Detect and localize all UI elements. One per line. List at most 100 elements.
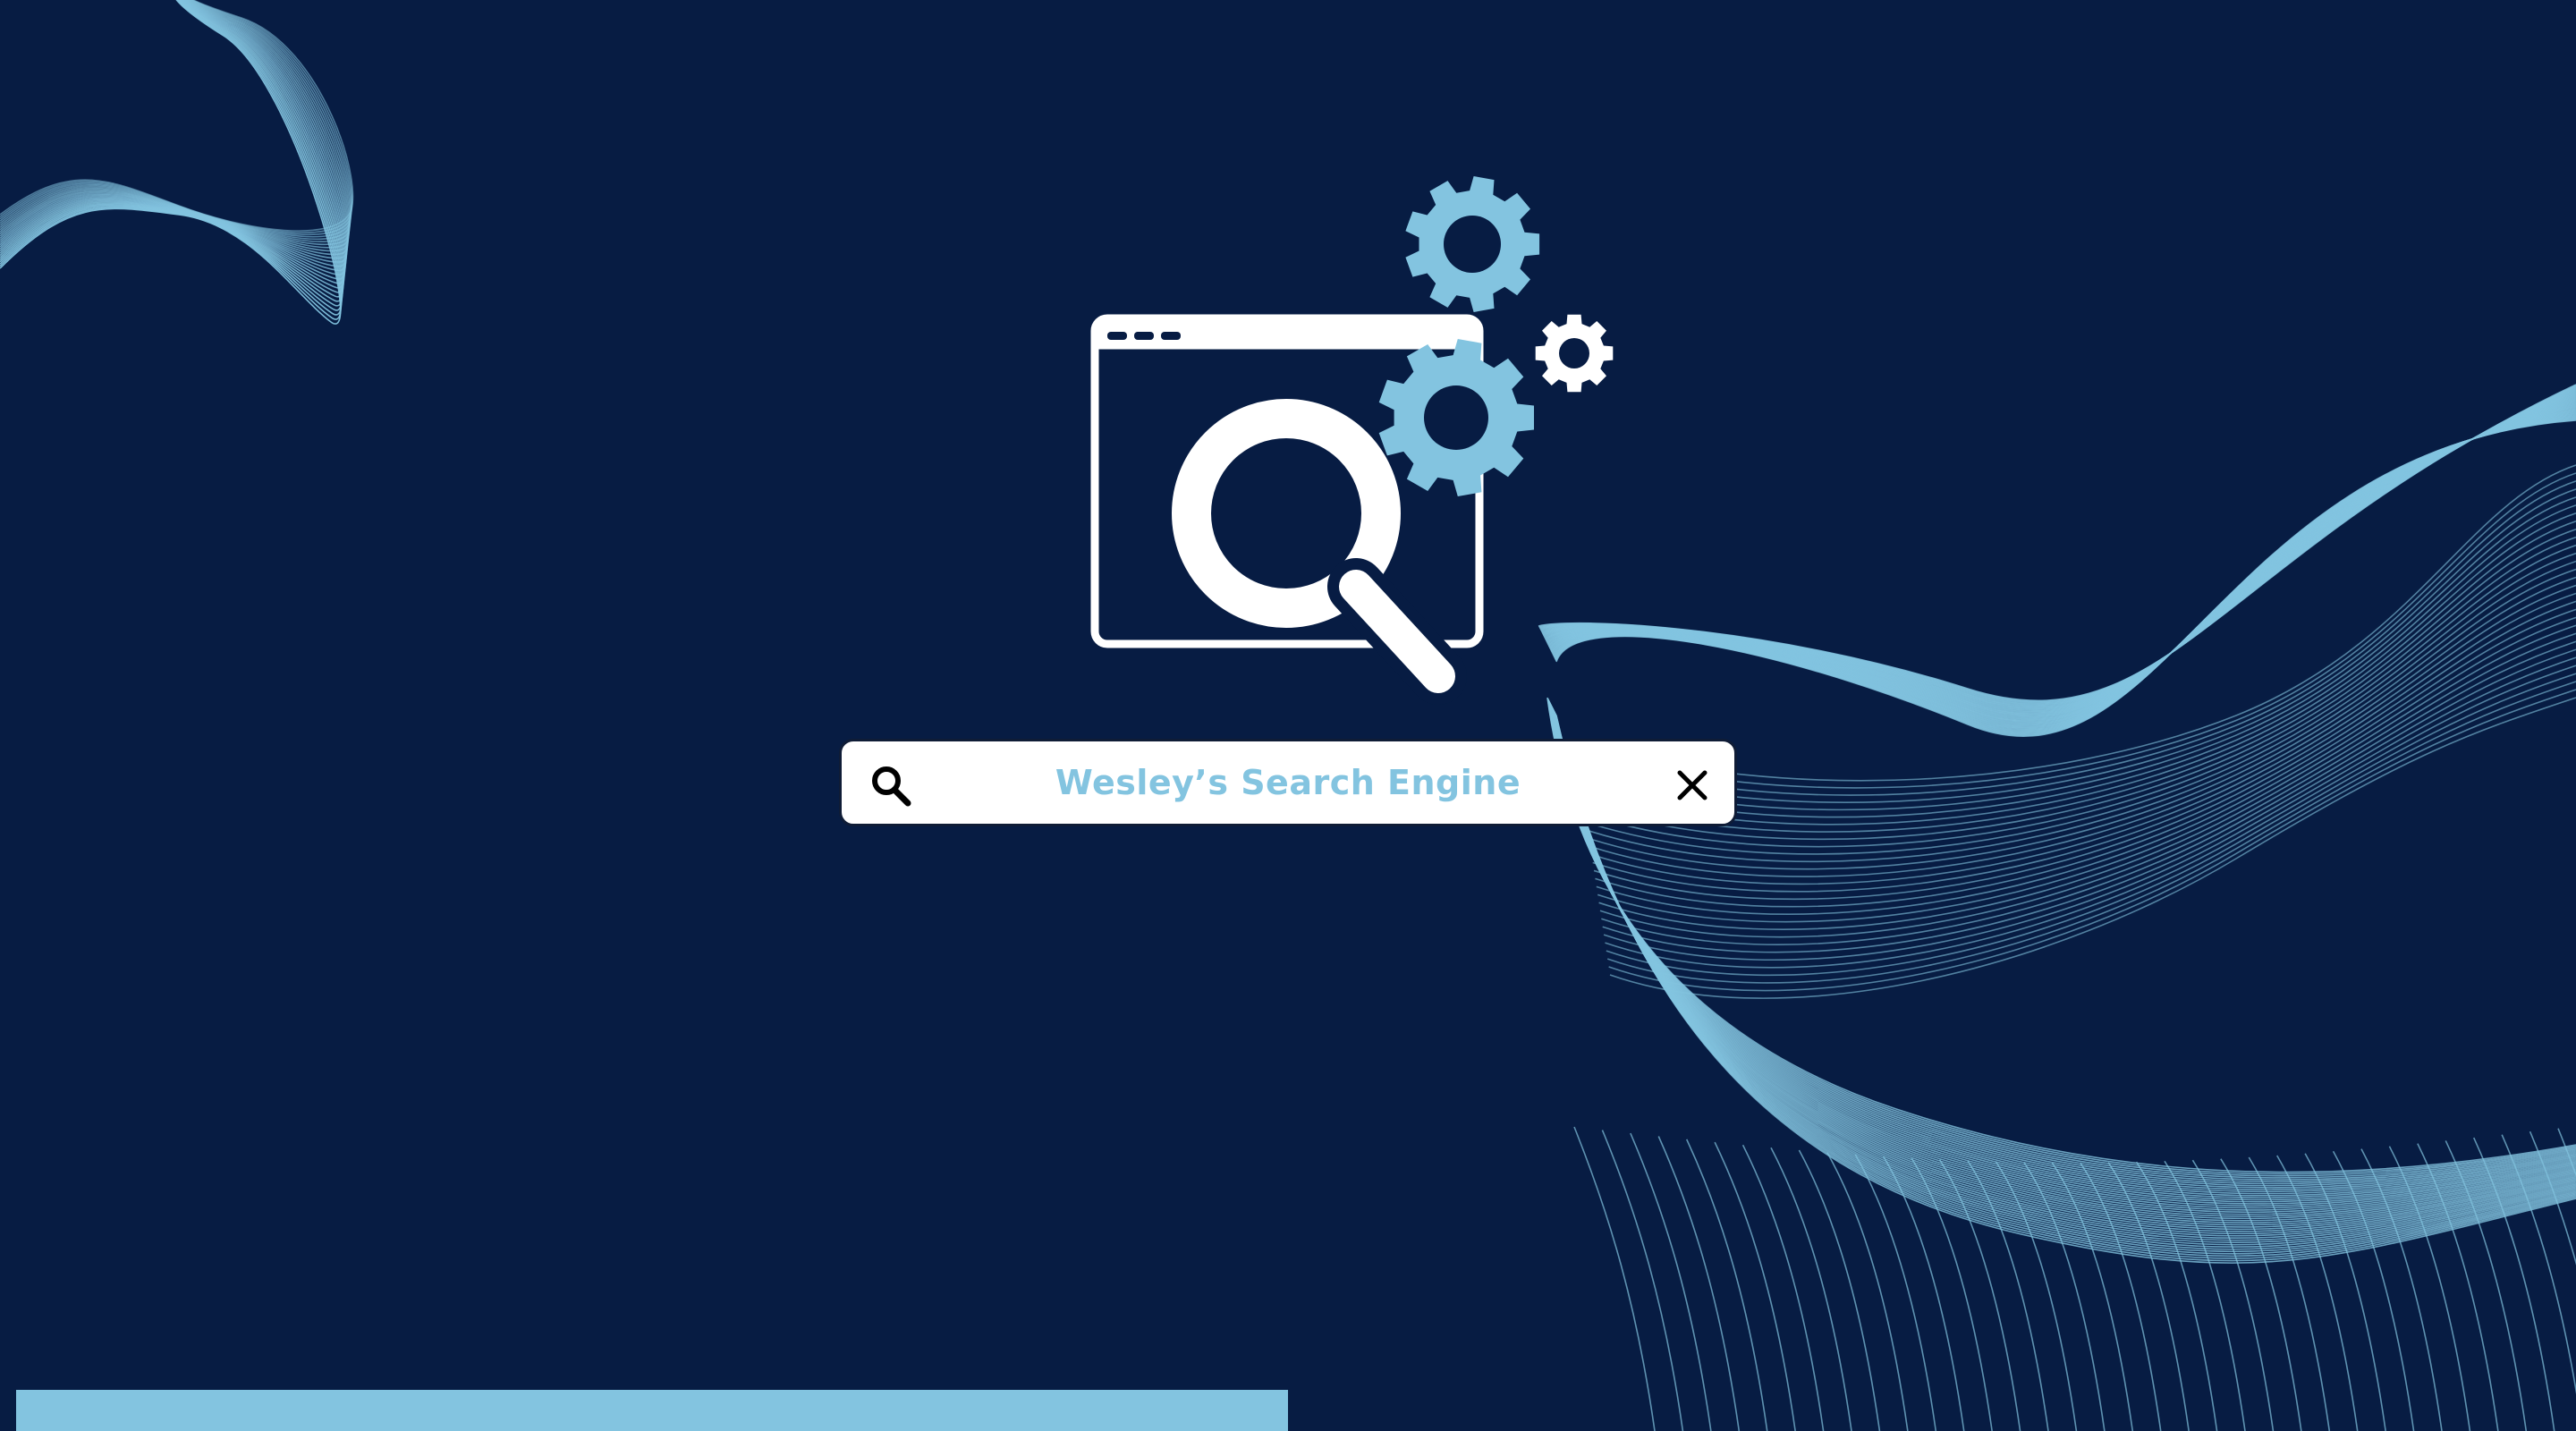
wave-line [0, 0, 343, 307]
wave-line [1546, 400, 2576, 718]
wave-line [1554, 416, 2576, 734]
wave-line [1589, 568, 2576, 877]
wave-line [1551, 411, 2576, 729]
wave-line [2557, 1128, 2576, 1177]
wave-line [1714, 1141, 1796, 1431]
search-icon[interactable] [867, 761, 915, 809]
wave-line [1593, 592, 2576, 901]
wave-line [0, 0, 346, 280]
wave-line [1550, 409, 2576, 726]
wave-line [0, 0, 344, 298]
wave-line [1547, 404, 2576, 722]
wave-line [1657, 1136, 1741, 1431]
wave-line [2023, 1162, 2106, 1431]
wave-line [1539, 386, 2576, 704]
wave-line [1995, 1161, 2078, 1431]
wave-line [1548, 405, 2576, 723]
wave-line [1595, 600, 2576, 908]
close-icon[interactable] [1672, 765, 1713, 806]
wave-line [0, 0, 354, 232]
wave-line [0, 0, 351, 249]
wave-line [0, 0, 345, 289]
wave-line [2529, 1130, 2576, 1266]
wave-line [1598, 624, 2576, 930]
wave-line [2388, 1146, 2471, 1431]
wave-line [1552, 411, 2576, 730]
bottom-accent-bar [16, 1390, 1288, 1431]
wave-line [1573, 1126, 1656, 1431]
wave-line [1544, 395, 2576, 713]
wave-line [1741, 1144, 1825, 1431]
wave-line [1938, 1159, 2021, 1431]
wave-line [1555, 419, 2576, 737]
wave-line [1601, 640, 2576, 945]
wave-line [1605, 665, 2576, 969]
magnifier-icon [1172, 399, 1467, 705]
wave-line [1630, 1132, 1712, 1431]
wave-line [1555, 418, 2576, 735]
wave-line [1597, 616, 2576, 923]
wave-line [1538, 385, 2576, 703]
wave-line [1606, 673, 2576, 977]
wave-line [1553, 414, 2576, 732]
wave-line [0, 0, 345, 293]
wave-line [1608, 689, 2576, 992]
wave-line [1544, 396, 2576, 714]
wave-line [2248, 1156, 2331, 1431]
wave-line [1555, 419, 2576, 736]
wave-line [1592, 584, 2576, 893]
wave-line [1798, 1149, 1881, 1431]
wave-line [1554, 417, 2576, 734]
wave-line [1544, 397, 2576, 715]
wave-line [0, 0, 346, 284]
wave-line [1550, 410, 2576, 727]
wave-line [1602, 648, 2576, 953]
wave-line [1911, 1157, 1993, 1431]
wave-line [1854, 1154, 1937, 1431]
wave-line [0, 0, 343, 311]
wave-line [1603, 656, 2576, 961]
wave-line [2445, 1140, 2528, 1431]
wave-line [0, 0, 352, 242]
wave-line [2304, 1153, 2386, 1431]
wave-line [2360, 1148, 2443, 1431]
wave-line [1541, 391, 2576, 709]
wave-line [0, 0, 347, 276]
wave-line [0, 0, 353, 233]
wave-line [1573, 464, 2576, 782]
search-bar[interactable]: Wesley’s Search Engine [839, 739, 1737, 826]
wave-line [0, 0, 344, 302]
wave-line [0, 0, 352, 241]
gear-icon [1405, 176, 1540, 312]
search-engine-illustration-icon [1090, 176, 1614, 705]
wave-line [1542, 393, 2576, 711]
wave-line [1606, 681, 2576, 984]
wave-line [2051, 1162, 2134, 1431]
wave-line [2472, 1137, 2555, 1431]
wave-line [2164, 1160, 2246, 1431]
wave-line [0, 0, 348, 267]
wave-line [1549, 408, 2576, 725]
wave-line [1553, 415, 2576, 733]
wave-line [0, 0, 349, 263]
wave-line [1589, 560, 2576, 870]
wave-line [0, 0, 342, 325]
wave-line [2191, 1159, 2275, 1431]
wave-line [1553, 413, 2576, 732]
wave-line [1591, 576, 2576, 885]
wave-line [1685, 1139, 1768, 1431]
wave-line [0, 0, 351, 246]
search-query-text[interactable]: Wesley’s Search Engine [1055, 763, 1521, 802]
wave-line [2107, 1162, 2190, 1431]
wave-line [1538, 385, 2576, 703]
wave-line [1601, 1130, 1684, 1431]
wave-line [1549, 407, 2576, 724]
wave-line [0, 0, 347, 272]
wave-line [0, 0, 352, 238]
wave-line [1545, 398, 2576, 716]
wave-line [1540, 388, 2576, 707]
wave-line [1551, 410, 2576, 728]
wave-line [1547, 402, 2576, 721]
wave-line [1770, 1147, 1852, 1431]
wave-line [1883, 1156, 1965, 1431]
